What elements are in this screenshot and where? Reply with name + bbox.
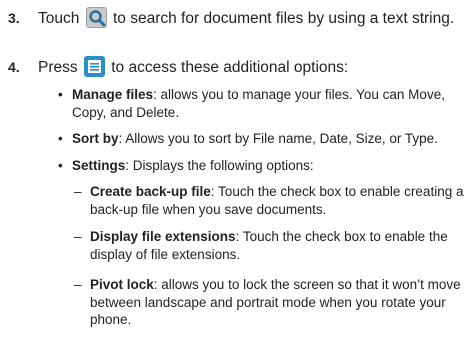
dash-icon: – <box>74 277 82 292</box>
option-term: Sort by <box>72 131 119 146</box>
search-icon <box>85 7 107 28</box>
option-term: Settings <box>72 158 126 173</box>
bullet-icon: • <box>58 87 63 102</box>
bullet-icon: • <box>58 131 63 146</box>
step-text: Touch to search for document files by us… <box>38 7 466 30</box>
menu-icon <box>83 56 105 77</box>
step-number: 3. <box>8 10 20 26</box>
setting-term: Create back-up file <box>90 184 211 199</box>
option-description: : Allows you to sort by File name, Date,… <box>118 131 438 146</box>
setting-term: Pivot lock <box>90 277 154 292</box>
step-text: Press to access these additional options… <box>38 56 466 79</box>
option-description: : Displays the following options: <box>125 158 314 173</box>
option-term: Manage files <box>72 87 154 102</box>
step-number: 4. <box>8 59 20 75</box>
dash-icon: – <box>74 229 82 244</box>
bullet-icon: • <box>58 158 63 173</box>
dash-icon: – <box>74 184 82 199</box>
setting-term: Display file extensions <box>90 229 236 244</box>
